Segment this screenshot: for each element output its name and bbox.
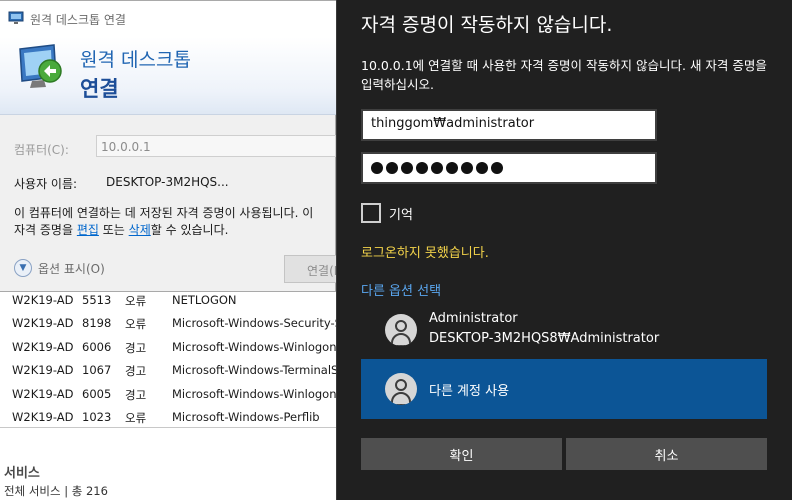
table-row[interactable]: W2K19-AD 1023 오류 Microsoft-Windows-Perfl… [0,405,336,428]
table-row[interactable]: W2K19-AD 6005 경고 Microsoft-Windows-Winlo… [0,382,336,405]
password-dot [491,162,503,174]
password-dot [386,162,398,174]
event-provider: Microsoft-Windows-Winlogon [172,340,336,354]
connect-button[interactable]: 연결(N) [284,255,344,283]
saved-credentials-note: 이 컴퓨터에 연결하는 데 저장된 자격 증명이 사용됩니다. 이 자격 증명을… [14,205,336,239]
rdc-banner: 원격 데스크톱 연결 [0,37,336,115]
table-row[interactable]: W2K19-AD 8198 오류 Microsoft-Windows-Secur… [0,311,336,334]
use-other-account-label: 다른 계정 사용 [429,384,510,399]
event-list: W2K19-AD 5513 오류 NETLOGON W2K19-AD 8198 … [0,286,336,428]
event-level: 오류 [125,411,147,425]
ok-button[interactable]: 확인 [361,438,562,470]
password-dot [416,162,428,174]
services-subtitle: 전체 서비스 | 총 216 [4,484,108,498]
remember-label: 기억 [389,208,413,223]
show-options-button[interactable]: ▼ 옵션 표시(O) [14,259,105,277]
event-id: 1067 [82,363,112,377]
event-level: 경고 [125,388,147,402]
dialog-title: 자격 증명이 작동하지 않습니다. [361,14,613,36]
services-title: 서비스 [4,466,40,481]
event-provider: Microsoft-Windows-TerminalS [172,363,336,377]
event-level: 경고 [125,341,147,355]
event-level: 오류 [125,294,147,308]
event-id: 5513 [82,293,112,307]
username-field[interactable]: thinggom₩administrator [361,109,657,141]
dialog-message: 10.0.0.1에 연결할 때 사용한 자격 증명이 작동하지 않습니다. 새 … [361,58,767,92]
computer-input[interactable]: 10.0.0.1 [96,135,336,157]
window-title: 원격 데스크톱 연결 [30,13,126,27]
event-id: 8198 [82,316,112,330]
user-avatar-icon [385,314,417,346]
note-text: 또는 [98,223,129,237]
password-dot [461,162,473,174]
event-provider: NETLOGON [172,293,237,307]
event-level: 오류 [125,317,147,331]
delete-link[interactable]: 삭제 [129,223,151,237]
credential-dialog: 자격 증명이 작동하지 않습니다. 10.0.0.1에 연결할 때 사용한 자격… [336,0,792,500]
user-avatar-icon [385,373,417,405]
event-provider: Microsoft-Windows-Winlogon [172,387,336,401]
password-dot [446,162,458,174]
account-name: Administrator [429,311,518,326]
event-source: W2K19-AD [12,293,74,307]
password-field[interactable] [361,152,657,184]
remote-desktop-logo-icon [19,44,62,88]
event-source: W2K19-AD [12,387,74,401]
event-provider: Microsoft-Windows-Security-S [172,316,336,330]
password-dot [476,162,488,174]
logon-error-text: 로그온하지 못했습니다. [361,246,489,261]
note-text: 할 수 있습니다. [150,223,229,237]
password-dot [401,162,413,174]
event-source: W2K19-AD [12,316,74,330]
password-dot [371,162,383,174]
note-text: 이 컴퓨터에 연결하는 데 저장된 자격 증명이 사용됩니다. 이 [14,206,314,220]
user-value: DESKTOP-3M2HQS... [106,175,229,189]
account-use-other[interactable]: 다른 계정 사용 [361,359,767,419]
rdc-titlebar[interactable]: 원격 데스크톱 연결 [0,1,336,37]
remember-checkbox[interactable] [361,203,381,223]
banner-title: 원격 데스크톱 [80,49,191,71]
table-row[interactable]: W2K19-AD 6006 경고 Microsoft-Windows-Winlo… [0,335,336,358]
user-label: 사용자 이름: [14,177,78,191]
rdc-window: 원격 데스크톱 연결 원격 데스크톱 연결 컴퓨터(C): 10.0.0.1 사… [0,0,344,292]
cancel-button[interactable]: 취소 [566,438,767,470]
computer-label: 컴퓨터(C): [14,143,69,157]
table-row[interactable]: W2K19-AD 1067 경고 Microsoft-Windows-Termi… [0,358,336,381]
event-level: 경고 [125,364,147,378]
remote-desktop-icon [8,11,24,24]
more-options-link[interactable]: 다른 옵션 선택 [361,280,441,299]
event-source: W2K19-AD [12,340,74,354]
event-source: W2K19-AD [12,363,74,377]
chevron-down-icon: ▼ [14,259,32,277]
show-options-label: 옵션 표시(O) [38,261,105,276]
note-text: 자격 증명을 [14,223,77,237]
edit-link[interactable]: 편집 [77,223,99,237]
event-id: 6006 [82,340,112,354]
account-domain: DESKTOP-3M2HQS8₩Administrator [429,331,660,346]
event-provider: Microsoft-Windows-Perflib [172,410,320,424]
account-administrator[interactable]: Administrator DESKTOP-3M2HQS8₩Administra… [361,304,767,364]
password-dot [431,162,443,174]
banner-subtitle: 연결 [80,77,119,101]
event-id: 6005 [82,387,112,401]
event-source: W2K19-AD [12,410,74,424]
event-id: 1023 [82,410,112,424]
